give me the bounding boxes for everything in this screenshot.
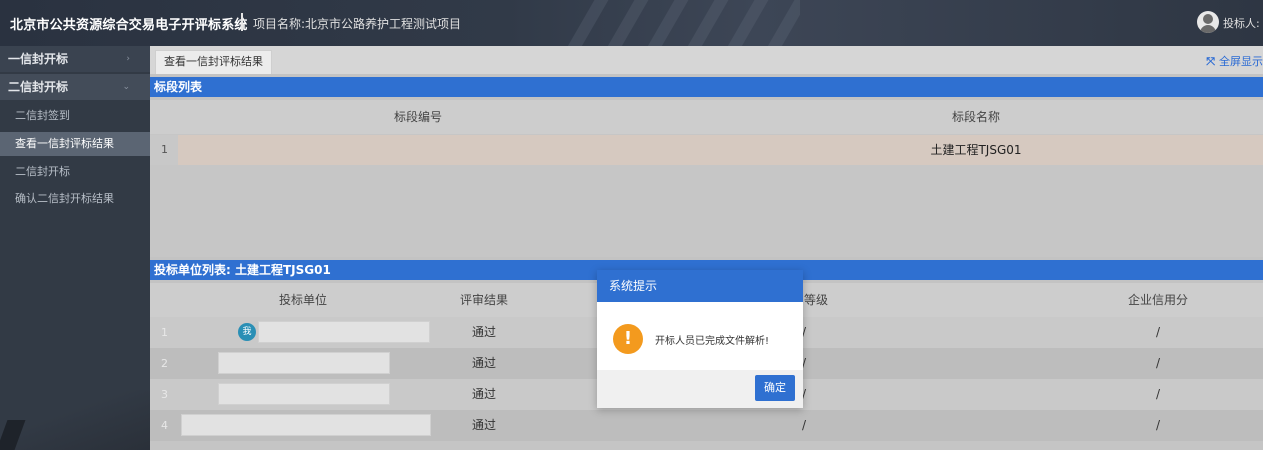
- table-footer-space: [150, 441, 1263, 450]
- sidebar-group-label: 一信封开标: [8, 52, 69, 66]
- chevron-right-icon: ›: [126, 54, 130, 64]
- sidebar: 一信封开标 › 二信封开标 ⌄ 二信封签到 查看一信封评标结果 二信封开标 确认…: [0, 46, 150, 450]
- column-header: 投标单位: [278, 293, 328, 307]
- redacted-unit-name: [218, 352, 390, 374]
- column-header: 企业信用分: [1127, 293, 1189, 307]
- sidebar-item-open-bid[interactable]: 二信封开标: [0, 160, 150, 184]
- tab-bar: 查看一信封评标结果 ⤧ 全屏显示: [150, 46, 1263, 74]
- section-table-header: 标段编号 标段名称: [150, 100, 1263, 134]
- sidebar-item-signin[interactable]: 二信封签到: [0, 104, 150, 128]
- header-decoration: [560, 0, 800, 46]
- sidebar-item-view-results[interactable]: 查看一信封评标结果: [0, 132, 150, 156]
- warning-icon: !: [613, 324, 643, 354]
- row-index: 2: [161, 357, 168, 370]
- sidebar-group-envelope-one[interactable]: 一信封开标 ›: [0, 46, 150, 72]
- review-result: 通过: [471, 418, 497, 432]
- fullscreen-label: 全屏显示: [1219, 55, 1263, 68]
- review-result: 通过: [471, 387, 497, 401]
- sidebar-group-label: 二信封开标: [8, 80, 69, 94]
- row-index: 4: [161, 419, 168, 432]
- system-title: 北京市公共资源综合交易电子开评标系统: [10, 18, 248, 33]
- top-header: 北京市公共资源综合交易电子开评标系统 项目名称:北京市公路养护工程测试项目 投标…: [0, 0, 1263, 46]
- dialog-message: 开标人员已完成文件解析!: [655, 336, 770, 347]
- column-header: 标段名称: [951, 110, 1001, 124]
- chevron-down-icon: ⌄: [122, 82, 130, 92]
- credit-score: /: [1155, 418, 1161, 432]
- credit-score: /: [1155, 356, 1161, 370]
- row-index: 3: [161, 388, 168, 401]
- section-name: 土建工程TJSG01: [930, 143, 1022, 157]
- redacted-unit-name: [218, 383, 390, 405]
- row-index: 1: [150, 135, 178, 165]
- sidebar-group-envelope-two[interactable]: 二信封开标 ⌄: [0, 74, 150, 100]
- own-company-badge: 我: [238, 323, 256, 341]
- column-header: 标段编号: [393, 110, 443, 124]
- project-name: 项目名称:北京市公路养护工程测试项目: [253, 17, 462, 31]
- dialog-footer: 确定: [597, 370, 803, 408]
- dialog-body: ! 开标人员已完成文件解析!: [597, 302, 803, 370]
- review-result: 通过: [471, 325, 497, 339]
- system-prompt-dialog: 系统提示 ! 开标人员已完成文件解析! 确定: [597, 270, 803, 408]
- redacted-unit-name: [258, 321, 430, 343]
- credit-level: /: [801, 418, 807, 432]
- column-header: 评审结果: [459, 293, 509, 307]
- user-label[interactable]: 投标人:: [1223, 15, 1260, 31]
- expand-icon: ⤧: [1206, 55, 1215, 68]
- credit-score: /: [1155, 325, 1161, 339]
- section-list-title: 标段列表: [150, 77, 1263, 97]
- header-divider: [241, 13, 243, 31]
- redacted-unit-name: [181, 414, 431, 436]
- dialog-title: 系统提示: [597, 270, 803, 302]
- fullscreen-button[interactable]: ⤧ 全屏显示: [1206, 53, 1263, 69]
- row-index: 1: [161, 326, 168, 339]
- confirm-button[interactable]: 确定: [755, 375, 795, 401]
- table-row[interactable]: 4 通过 / /: [150, 410, 1263, 441]
- user-avatar-icon[interactable]: [1197, 11, 1219, 33]
- section-table-body: 1 土建工程TJSG01: [150, 134, 1263, 257]
- review-result: 通过: [471, 356, 497, 370]
- table-row[interactable]: 1 土建工程TJSG01: [150, 135, 1263, 165]
- row-cell: [178, 135, 1263, 165]
- tab-view-results[interactable]: 查看一信封评标结果: [155, 50, 272, 74]
- credit-score: /: [1155, 387, 1161, 401]
- sidebar-item-confirm-results[interactable]: 确认二信封开标结果: [0, 187, 150, 211]
- sidebar-footer-decoration: [0, 390, 150, 450]
